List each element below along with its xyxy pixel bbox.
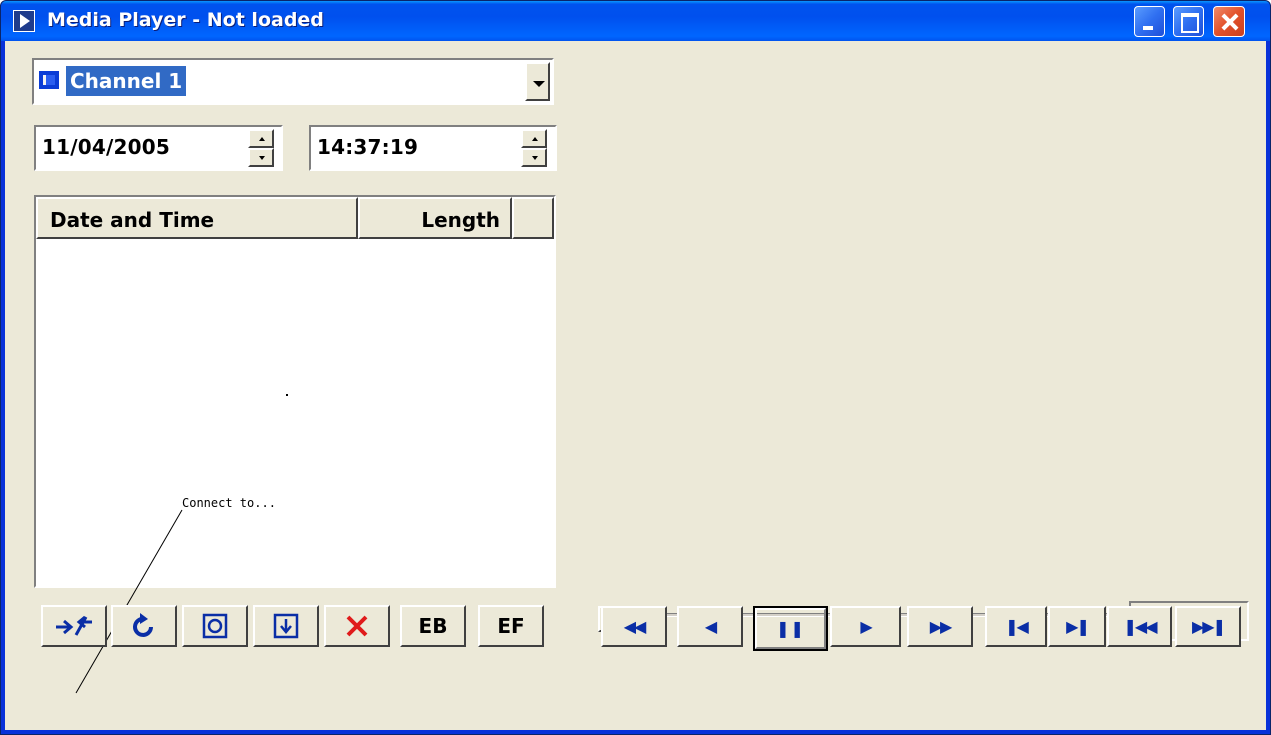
ef-button[interactable]: EF: [478, 605, 544, 647]
channel-dropdown-arrow-icon[interactable]: [525, 62, 550, 101]
minimize-button[interactable]: [1134, 6, 1165, 37]
recordings-list[interactable]: Date and Time Length: [34, 195, 556, 588]
date-value[interactable]: 11/04/2005: [42, 135, 170, 159]
download-icon: [273, 613, 299, 639]
column-header-length-label: Length: [421, 208, 500, 232]
maximize-button[interactable]: [1173, 6, 1204, 37]
channel-select[interactable]: Channel 1: [32, 58, 554, 105]
column-header-date-time[interactable]: Date and Time: [36, 197, 358, 239]
pause-icon: ❚❚: [776, 619, 805, 638]
annotation-label: Connect to...: [182, 496, 276, 510]
delete-icon: [346, 615, 368, 637]
fast-forward-icon: ▶▶: [929, 617, 953, 636]
play-icon: ▶: [860, 617, 872, 636]
column-header-filler: [512, 197, 554, 239]
skip-end-button[interactable]: ▶▶❚: [1175, 606, 1241, 647]
connect-icon: [56, 615, 92, 636]
pause-button[interactable]: ❚❚: [753, 606, 828, 651]
stray-dot: [286, 394, 288, 396]
delete-button[interactable]: [324, 605, 390, 647]
eb-button[interactable]: EB: [400, 605, 466, 647]
close-button[interactable]: [1213, 6, 1245, 37]
fast-rewind-icon: ◀◀: [623, 617, 647, 636]
skip-start-icon: ❚◀◀: [1123, 617, 1157, 636]
connect-button[interactable]: [41, 605, 107, 647]
refresh-button[interactable]: [111, 605, 177, 647]
media-player-app-icon: [13, 10, 35, 32]
media-player-window: Media Player - Not loaded Channel 1 11/0…: [0, 0, 1271, 735]
column-header-date-time-label: Date and Time: [50, 208, 215, 232]
refresh-icon: [133, 613, 153, 637]
prev-frame-button[interactable]: ❚◀: [985, 606, 1047, 647]
eb-button-label: EB: [418, 614, 448, 638]
next-frame-icon: ▶❚: [1066, 617, 1090, 636]
title-bar[interactable]: Media Player - Not loaded: [1, 1, 1270, 41]
date-spin-down-icon[interactable]: [248, 148, 274, 167]
fast-forward-button[interactable]: ▶▶: [907, 606, 973, 647]
date-picker[interactable]: 11/04/2005: [34, 125, 283, 171]
date-spin-up-icon[interactable]: [248, 129, 274, 148]
time-picker[interactable]: 14:37:19: [309, 125, 557, 171]
prev-frame-icon: ❚◀: [1005, 617, 1029, 636]
fast-rewind-button[interactable]: ◀◀: [601, 606, 667, 647]
download-button[interactable]: [253, 605, 319, 647]
snapshot-button[interactable]: [182, 605, 248, 647]
window-title: Media Player - Not loaded: [47, 9, 324, 31]
step-back-icon: ◀: [704, 617, 717, 636]
skip-end-icon: ▶▶❚: [1191, 617, 1226, 636]
time-spin-up-icon[interactable]: [521, 129, 547, 148]
next-frame-button[interactable]: ▶❚: [1048, 606, 1106, 647]
play-button[interactable]: ▶: [830, 606, 901, 647]
step-back-button[interactable]: ◀: [677, 606, 743, 647]
record-icon: [202, 613, 228, 639]
skip-start-button[interactable]: ❚◀◀: [1107, 606, 1172, 647]
channel-video-icon: [38, 70, 60, 90]
channel-selected-label: Channel 1: [66, 66, 187, 96]
ef-button-label: EF: [497, 614, 525, 638]
time-value[interactable]: 14:37:19: [317, 135, 418, 159]
time-spin-down-icon[interactable]: [521, 148, 547, 167]
column-header-length[interactable]: Length: [358, 197, 512, 239]
